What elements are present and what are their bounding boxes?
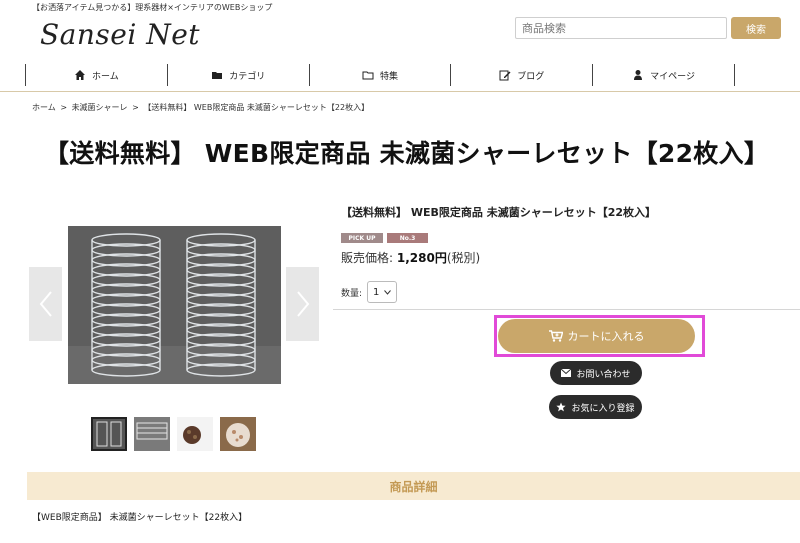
user-icon — [634, 70, 643, 80]
nav-item-category[interactable]: カテゴリ — [168, 64, 310, 86]
product-detail-title: 【送料無料】 WEB限定商品 未滅菌シャーレセット【22枚入】 — [341, 206, 656, 219]
thumbnail-image — [220, 417, 256, 451]
nav-label: カテゴリ — [229, 71, 266, 82]
contact-label: お問い合わせ — [576, 369, 631, 380]
favorite-label: お気に入り登録 — [571, 403, 635, 414]
folder-open-icon — [362, 71, 374, 80]
star-icon — [556, 402, 567, 412]
chevron-left-icon — [39, 291, 52, 317]
nav-item-blog[interactable]: ブログ — [451, 64, 594, 86]
nav-item-home[interactable]: ホーム — [26, 64, 168, 86]
edit-icon — [499, 70, 511, 81]
breadcrumb-separator: > — [60, 103, 68, 112]
pickup-badge: PICK UP — [341, 233, 383, 243]
nav-item-feature[interactable]: 特集 — [310, 64, 452, 86]
chevron-down-icon — [384, 289, 391, 295]
global-nav: ホーム カテゴリ 特集 ブログ マイページ — [25, 64, 735, 86]
breadcrumb: ホーム > 未滅菌シャーレ > 【送料無料】 WEB限定商品 未滅菌シャーレセッ… — [32, 102, 371, 113]
header-tagline: 【お洒落アイテム見つかる】理系器材×インテリアのWEBショップ — [32, 3, 273, 12]
cart-plus-icon — [548, 330, 563, 342]
quantity-label: 数量: — [341, 289, 363, 299]
folder-icon — [212, 72, 223, 79]
quantity-value: 1 — [373, 286, 380, 298]
nav-label: ブログ — [517, 71, 545, 82]
carousel-next-button[interactable] — [286, 267, 319, 341]
breadcrumb-category[interactable]: 未滅菌シャーレ — [72, 103, 128, 112]
envelope-icon — [561, 369, 572, 377]
thumbnail-image — [177, 417, 213, 451]
page-title: 【送料無料】 WEB限定商品 未滅菌シャーレセット【22枚入】 — [44, 139, 770, 168]
price-tax: (税別) — [446, 251, 481, 265]
divider — [333, 309, 800, 310]
add-to-cart-button[interactable]: カートに入れる — [498, 319, 695, 353]
search-button[interactable]: 検索 — [731, 17, 781, 39]
favorite-button[interactable]: お気に入り登録 — [549, 395, 642, 419]
thumbnail-image — [134, 417, 170, 451]
product-main-image[interactable] — [68, 226, 281, 384]
chevron-right-icon — [296, 291, 309, 317]
price-row: 販売価格: 1,280円(税別) — [341, 249, 480, 266]
rank-badge: No.3 — [387, 233, 428, 243]
add-to-cart-label: カートに入れる — [567, 330, 645, 343]
nav-divider — [0, 91, 800, 92]
breadcrumb-home[interactable]: ホーム — [32, 103, 56, 112]
petri-dish-stack-image — [68, 226, 281, 384]
breadcrumb-current: 【送料無料】 WEB限定商品 未滅菌シャーレセット【22枚入】 — [143, 103, 370, 112]
thumbnail-1[interactable] — [91, 417, 127, 451]
thumbnail-2[interactable] — [134, 417, 170, 451]
nav-item-mypage[interactable]: マイページ — [593, 64, 735, 86]
thumbnail-4[interactable] — [220, 417, 256, 451]
product-description: 【WEB限定商品】 未滅菌シャーレセット【22枚入】 — [32, 513, 248, 523]
home-icon — [75, 70, 86, 80]
price-value: 1,280円 — [396, 251, 447, 265]
quantity-select[interactable]: 1 — [367, 281, 397, 303]
search-input[interactable] — [515, 17, 727, 39]
nav-label: マイページ — [650, 71, 695, 82]
thumbnail-image — [93, 419, 125, 449]
thumbnail-3[interactable] — [177, 417, 213, 451]
nav-label: 特集 — [379, 71, 398, 82]
nav-label: ホーム — [92, 71, 119, 82]
breadcrumb-separator: > — [132, 103, 139, 112]
site-logo[interactable]: Sansei Net — [40, 18, 200, 51]
carousel-prev-button[interactable] — [29, 267, 62, 341]
price-label: 販売価格: — [341, 251, 394, 265]
contact-button[interactable]: お問い合わせ — [550, 361, 642, 385]
product-details-heading: 商品詳細 — [27, 472, 800, 500]
